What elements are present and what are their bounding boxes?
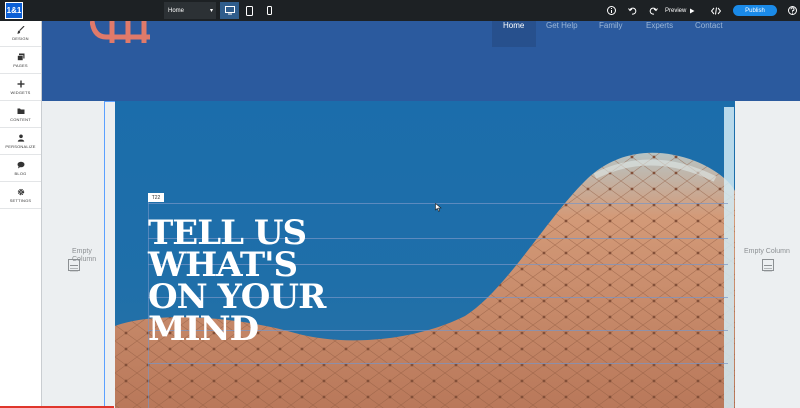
preview-button[interactable]: Preview: [665, 3, 695, 18]
sidebar-item-label: BLOG: [14, 171, 27, 176]
sidebar-item-blog[interactable]: BLOG: [0, 156, 41, 182]
code-icon: [711, 6, 721, 15]
preview-label: Preview: [665, 7, 687, 14]
mobile-icon: [267, 6, 272, 15]
column-grid-icon: [68, 259, 80, 272]
plus-icon: [17, 80, 24, 88]
hero-headline[interactable]: TELL US WHAT'S ON YOUR MIND: [148, 216, 348, 349]
sidebar-item-label: SETTINGS: [9, 198, 32, 203]
publish-button[interactable]: Publish: [733, 5, 777, 16]
play-icon: [690, 8, 695, 13]
sidebar-item-settings[interactable]: SETTINGS: [0, 183, 41, 209]
info-button[interactable]: [603, 3, 619, 18]
folder-icon: [17, 108, 24, 114]
top-toolbar: 1&1 Home ▾ Preview Publish: [0, 0, 800, 21]
redo-icon: [649, 7, 658, 15]
sidebar-item-content[interactable]: CONTENT: [0, 102, 41, 128]
tablet-view-button[interactable]: [240, 2, 259, 19]
sidebar-item-label: CONTENT: [10, 117, 31, 122]
help-button[interactable]: [784, 3, 800, 18]
sidebar-item-pages[interactable]: PAGES: [0, 48, 41, 74]
sidebar-item-label: PERSONALIZE: [5, 144, 36, 149]
site-logo[interactable]: [90, 21, 156, 45]
sidebar-item-design[interactable]: DESIGN: [0, 21, 41, 47]
mouse-cursor-icon: [435, 203, 442, 212]
code-button[interactable]: [708, 3, 724, 18]
user-icon: [17, 134, 24, 142]
redo-button[interactable]: [645, 3, 661, 18]
site-nav-experts[interactable]: Experts: [646, 21, 673, 30]
help-icon: [787, 6, 797, 15]
page-select[interactable]: Home ▾: [164, 2, 216, 19]
sidebar-item-widgets[interactable]: WIDGETS: [0, 75, 41, 101]
pages-icon: [16, 53, 24, 61]
editor-sidebar: DESIGN PAGES WIDGETS CONTENT PERSONALIZE…: [0, 21, 42, 408]
mobile-view-button[interactable]: [260, 2, 279, 19]
element-tag[interactable]: T22: [148, 193, 164, 202]
sidebar-item-label: WIDGETS: [10, 90, 31, 95]
site-nav-family[interactable]: Family: [599, 21, 623, 30]
tablet-icon: [246, 5, 253, 16]
page-select-value: Home: [168, 7, 185, 14]
sidebar-item-label: PAGES: [13, 63, 28, 68]
site-nav-home[interactable]: Home: [503, 21, 524, 30]
brush-icon: [16, 26, 24, 34]
column-grid-icon: [762, 259, 774, 272]
info-icon: [606, 6, 616, 15]
undo-button[interactable]: [624, 3, 640, 18]
guide-line: [148, 363, 728, 364]
site-nav-contact[interactable]: Contact: [695, 21, 723, 30]
chevron-down-icon: ▾: [209, 8, 213, 14]
desktop-icon: [224, 6, 235, 15]
sidebar-item-personalize[interactable]: PERSONALIZE: [0, 129, 41, 155]
headline-line: MIND: [148, 309, 259, 349]
app-logo[interactable]: 1&1: [5, 2, 23, 19]
right-empty-column-label: Empty Column: [744, 248, 790, 255]
speech-bubble-icon: [17, 161, 24, 169]
sidebar-item-label: DESIGN: [12, 36, 29, 41]
undo-icon: [627, 7, 636, 15]
desktop-view-button[interactable]: [220, 2, 239, 19]
gear-icon: [17, 188, 24, 196]
site-nav-get-help[interactable]: Get Help: [546, 21, 578, 30]
